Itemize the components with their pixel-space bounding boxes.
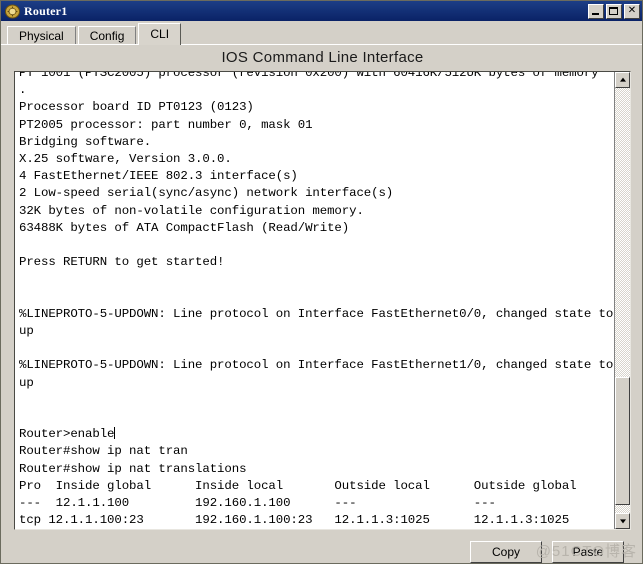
copy-button[interactable]: Copy xyxy=(470,541,542,563)
terminal-line: X.25 software, Version 3.0.0. xyxy=(19,152,232,167)
scroll-up-button[interactable] xyxy=(615,72,630,88)
terminal-line: Router#show ip nat tran xyxy=(19,444,188,459)
terminal-line: Router#show ip nat translations xyxy=(19,461,247,476)
scrollbar-thumb[interactable] xyxy=(615,377,630,505)
scroll-down-button[interactable] xyxy=(615,513,630,529)
router-cli-window: Router1 ✕ Physical Config CLI IOS Comman… xyxy=(0,0,643,564)
terminal-line: . xyxy=(19,83,27,98)
cli-panel: IOS Command Line Interface PT 1001 (PTSC… xyxy=(1,45,642,563)
panel-title: IOS Command Line Interface xyxy=(221,49,424,66)
terminal-line: 63488K bytes of ATA CompactFlash (Read/W… xyxy=(19,220,350,235)
terminal-line: 4 FastEthernet/IEEE 802.3 interface(s) xyxy=(19,169,298,184)
terminal-line: tcp 12.1.1.100:23 192.160.1.100:23 12.1.… xyxy=(19,513,570,528)
terminal-line: up xyxy=(19,324,34,339)
terminal-line: Router>enable xyxy=(19,427,116,442)
terminal-line: --- 12.1.1.100 192.160.1.100 --- --- xyxy=(19,496,496,511)
chevron-down-icon xyxy=(619,519,626,524)
terminal-area: PT 1001 (PTSC2005) processor (revision 0… xyxy=(14,71,631,530)
terminal-output[interactable]: PT 1001 (PTSC2005) processor (revision 0… xyxy=(15,72,614,529)
terminal-line: PT2005 processor: part number 0, mask 01 xyxy=(19,117,313,132)
tab-config[interactable]: Config xyxy=(77,26,137,45)
chevron-up-icon xyxy=(619,77,626,82)
window-titlebar: Router1 ✕ xyxy=(1,1,642,21)
watermark: @51CTO博客 xyxy=(535,543,637,560)
terminal-line: 32K bytes of non-volatile configuration … xyxy=(19,203,364,218)
close-button[interactable]: ✕ xyxy=(624,3,640,19)
scrollbar-track[interactable] xyxy=(615,88,630,513)
terminal-line: Processor board ID PT0123 (0123) xyxy=(19,100,254,115)
tab-cli[interactable]: CLI xyxy=(138,23,182,45)
maximize-icon xyxy=(609,6,618,15)
window-title: Router1 xyxy=(24,3,68,18)
router-icon xyxy=(5,4,20,19)
terminal-line: %LINEPROTO-5-UPDOWN: Line protocol on In… xyxy=(19,358,614,373)
terminal-scrollbar[interactable] xyxy=(614,72,630,529)
window-controls: ✕ xyxy=(588,3,640,19)
terminal-line: Pro Inside global Inside local Outside l… xyxy=(19,478,577,493)
maximize-button[interactable] xyxy=(606,3,622,19)
terminal-line: PT 1001 (PTSC2005) processor (revision 0… xyxy=(19,72,599,80)
terminal-line: 2 Low-speed serial(sync/async) network i… xyxy=(19,186,394,201)
terminal-lines: PT 1001 (PTSC2005) processor (revision 0… xyxy=(19,72,614,529)
terminal-line: up xyxy=(19,375,34,390)
terminal-line: %LINEPROTO-5-UPDOWN: Line protocol on In… xyxy=(19,306,614,321)
tab-physical[interactable]: Physical xyxy=(7,26,76,45)
tab-bar: Physical Config CLI xyxy=(1,21,642,45)
minimize-button[interactable] xyxy=(588,3,604,19)
terminal-line: Bridging software. xyxy=(19,134,152,149)
text-cursor xyxy=(114,427,116,440)
minimize-icon xyxy=(592,12,599,15)
terminal-line: Press RETURN to get started! xyxy=(19,255,225,270)
close-icon: ✕ xyxy=(627,5,637,16)
